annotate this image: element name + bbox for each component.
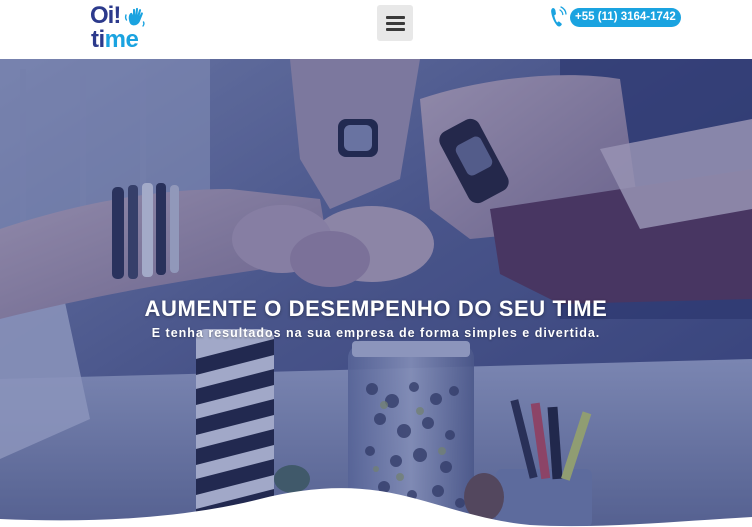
hamburger-menu-icon[interactable] bbox=[377, 5, 413, 41]
hero-banner: AUMENTE O DESEMPENHO DO SEU TIME E tenha… bbox=[0, 59, 752, 527]
phone-ringing-icon bbox=[549, 5, 569, 29]
hero-title: AUMENTE O DESEMPENHO DO SEU TIME bbox=[144, 296, 608, 321]
phone-number-link[interactable]: +55 (11) 3164-1742 bbox=[570, 8, 681, 27]
site-header: Oi! time +55 (11) 3164-1742 bbox=[0, 0, 752, 59]
menu-bar-middle bbox=[386, 22, 405, 25]
hero-subtitle: E tenha resultados na sua empresa de for… bbox=[151, 326, 601, 340]
hero-wave-divider bbox=[0, 488, 752, 527]
page: Oi! time +55 (11) 3164-1742 AUMENTE O DE… bbox=[0, 0, 752, 527]
logo-text-me: me bbox=[104, 26, 139, 53]
menu-bar-top bbox=[386, 16, 405, 19]
logo[interactable]: Oi! time bbox=[90, 3, 154, 55]
logo-text-time: time bbox=[91, 26, 139, 53]
logo-text-ti: ti bbox=[91, 26, 105, 53]
hero-overlay bbox=[0, 59, 752, 527]
menu-bar-bottom bbox=[386, 28, 405, 31]
